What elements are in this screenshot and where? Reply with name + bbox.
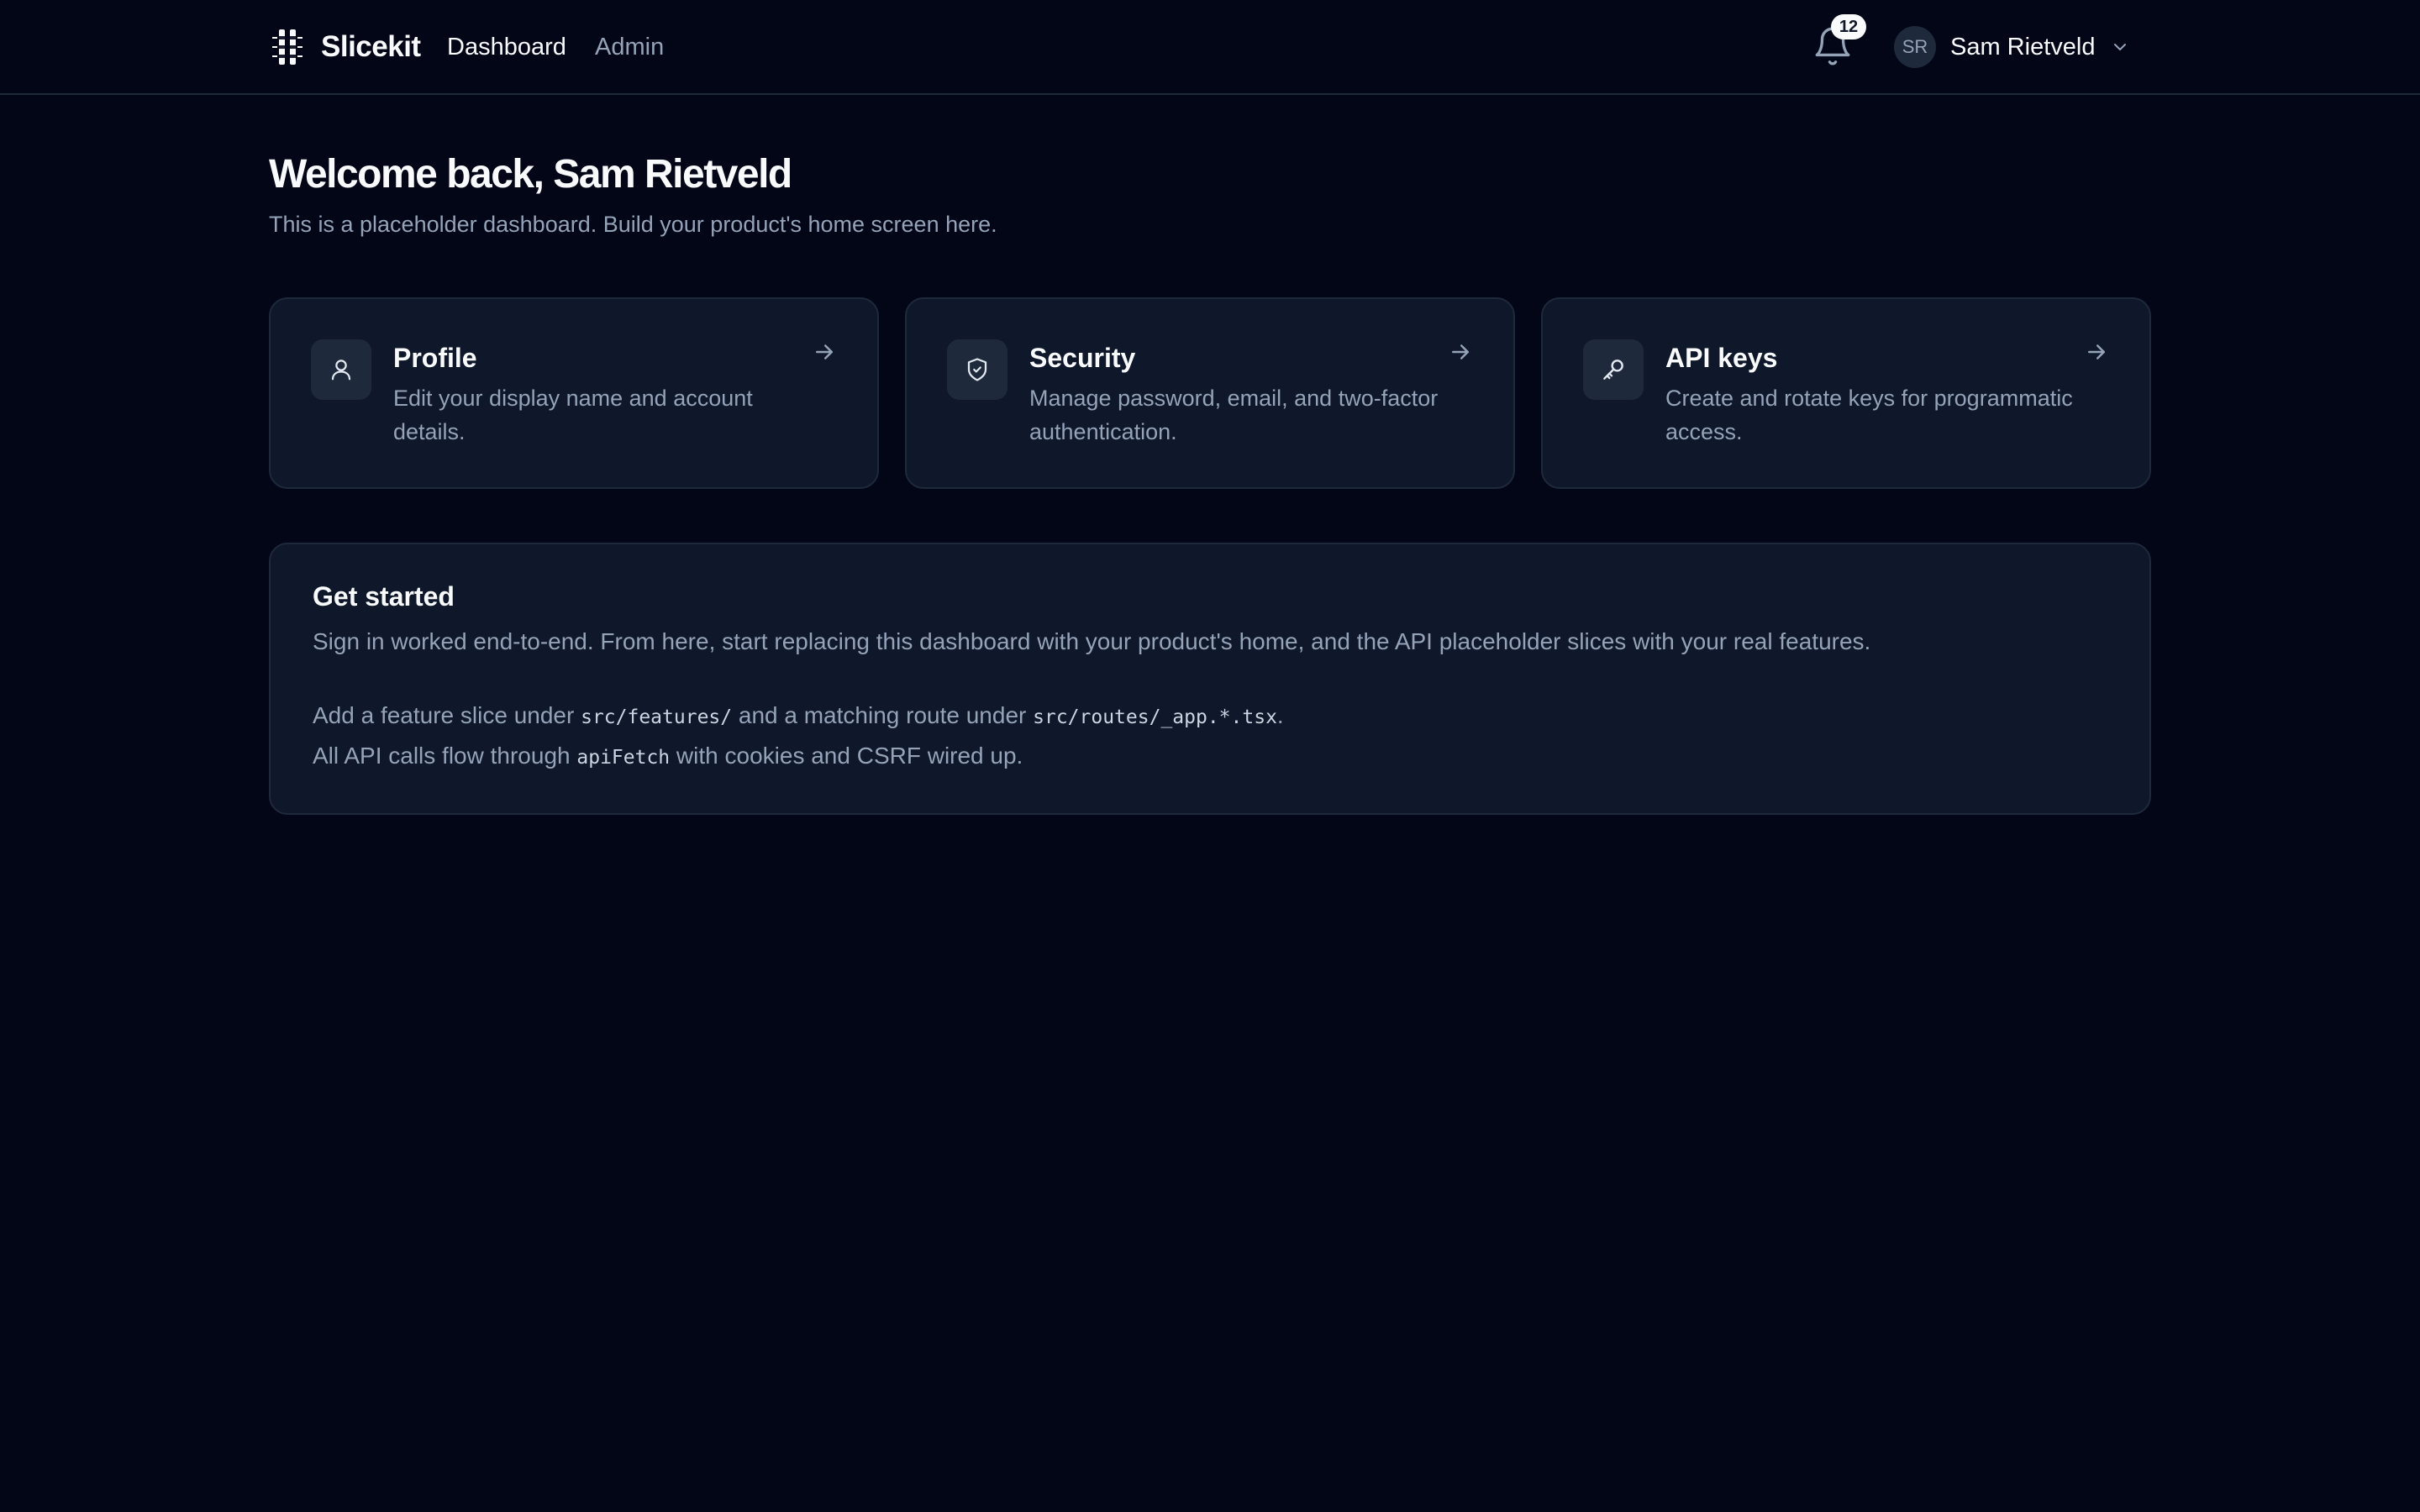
code-routes-path: src/routes/_app.*.tsx (1033, 706, 1277, 728)
text-segment: . (1276, 702, 1284, 728)
panel-line-api-fetch: All API calls flow through apiFetch with… (313, 743, 1023, 769)
avatar: SR (1894, 26, 1936, 68)
key-icon (1583, 339, 1644, 400)
brand[interactable]: Slicekit (272, 26, 421, 68)
code-features-path: src/features/ (581, 706, 733, 728)
text-segment: with cookies and CSRF wired up. (670, 743, 1023, 769)
top-navbar: Slicekit Dashboard Admin 12 SR Sam Rietv… (0, 0, 2420, 95)
text-segment: All API calls flow through (313, 743, 577, 769)
profile-card[interactable]: Profile Edit your display name and accou… (269, 297, 879, 489)
arrow-right-icon (1452, 344, 1469, 360)
shield-check-icon (947, 339, 1007, 400)
arrow-right-icon (2088, 344, 2105, 360)
code-apifetch: apiFetch (576, 747, 671, 769)
nav-dashboard[interactable]: Dashboard (447, 30, 566, 64)
text-segment: Add a feature slice under (313, 702, 581, 728)
card-description: Create and rotate keys for programmatic … (1665, 386, 2073, 444)
nav-admin[interactable]: Admin (595, 30, 664, 64)
get-started-panel: Get started Sign in worked end-to-end. F… (269, 543, 2151, 815)
card-title: Profile (393, 343, 477, 373)
card-description: Manage password, email, and two-factor a… (1029, 386, 1439, 444)
brand-name: Slicekit (321, 30, 421, 63)
user-menu-button[interactable]: SR Sam Rietveld (1894, 26, 2130, 68)
page-title: Welcome back, Sam Rietveld (269, 152, 792, 197)
card-description: Edit your display name and account detai… (393, 386, 753, 444)
card-title: API keys (1665, 343, 1778, 373)
panel-line-feature-slice: Add a feature slice under src/features/ … (313, 702, 1284, 729)
api-keys-card[interactable]: API keys Create and rotate keys for prog… (1541, 297, 2151, 489)
user-icon (311, 339, 371, 400)
chevron-down-icon (2114, 44, 2127, 50)
notification-count-badge: 12 (1831, 14, 1866, 39)
panel-title: Get started (313, 581, 455, 612)
arrow-right-icon (816, 344, 833, 360)
slicekit-logo-icon (272, 26, 302, 68)
security-card[interactable]: Security Manage password, email, and two… (905, 297, 1515, 489)
text-segment: and a matching route under (732, 702, 1034, 728)
page-subtitle: This is a placeholder dashboard. Build y… (269, 212, 997, 237)
user-name: Sam Rietveld (1950, 33, 2096, 60)
panel-intro: Sign in worked end-to-end. From here, st… (313, 628, 1871, 654)
card-title: Security (1029, 343, 1136, 373)
